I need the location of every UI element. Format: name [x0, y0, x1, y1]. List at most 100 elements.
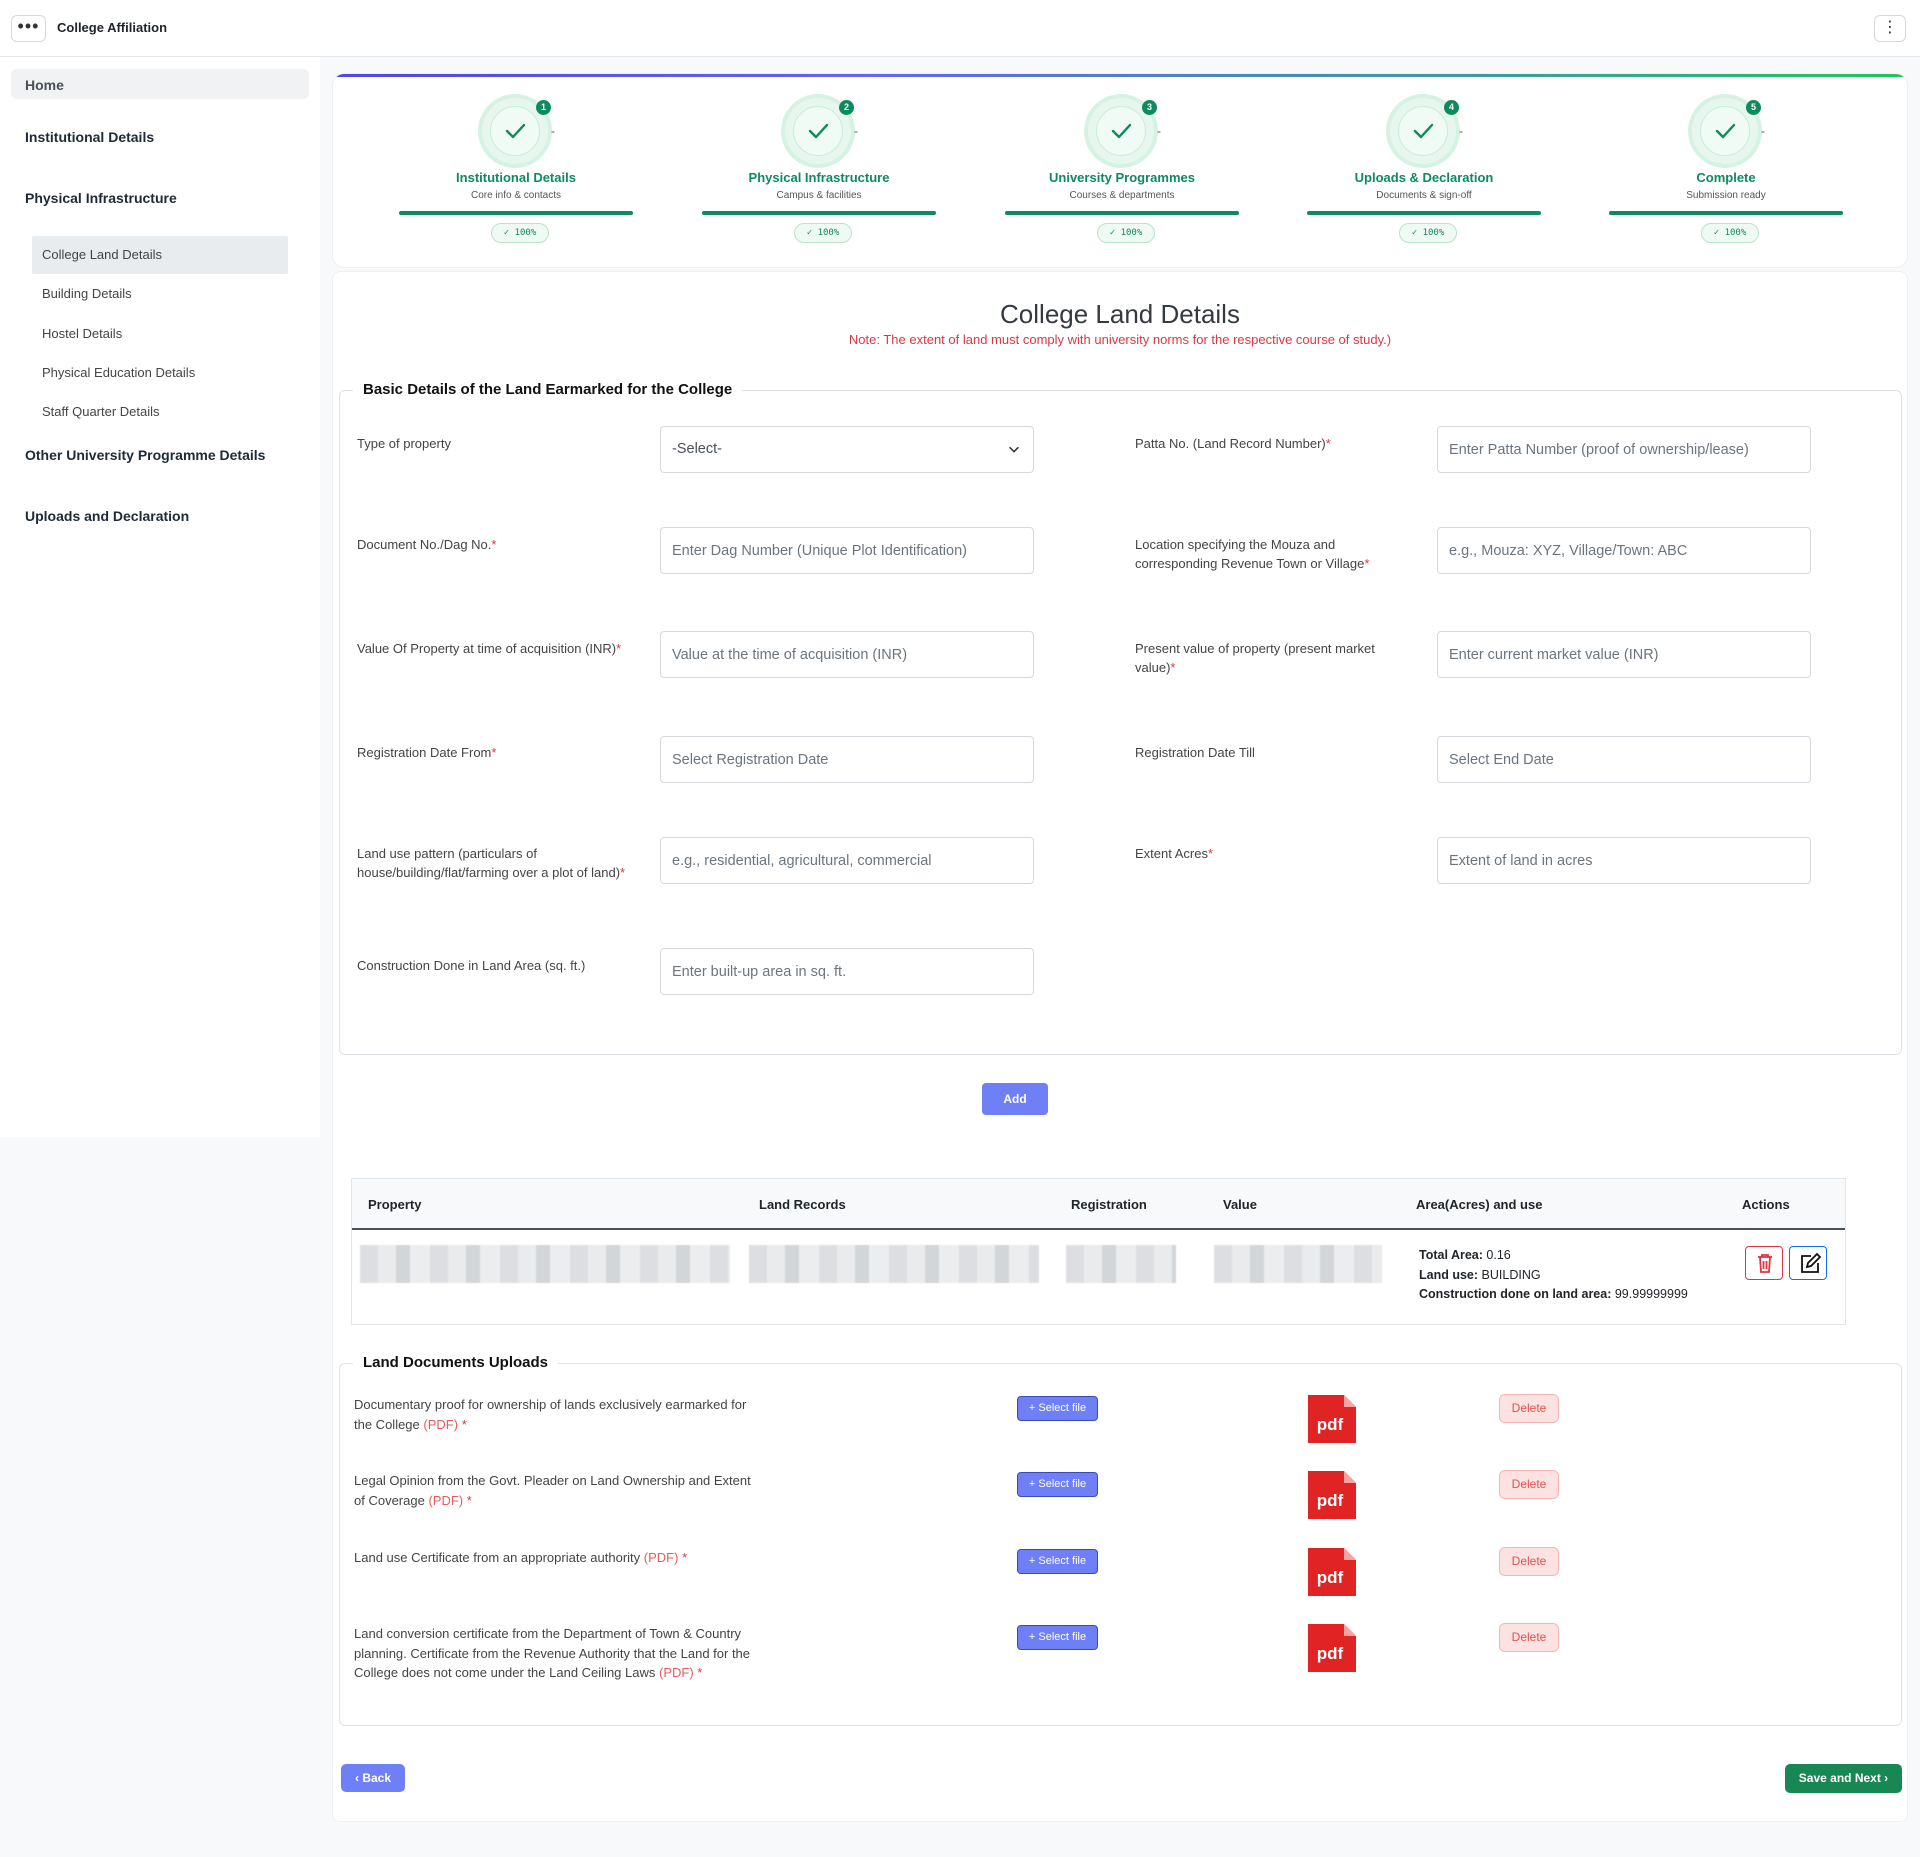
patta-no-label: Patta No. (Land Record Number)*	[1135, 436, 1331, 451]
select-file-button[interactable]: + Select file	[1017, 1396, 1098, 1421]
document-no-input[interactable]	[660, 527, 1034, 574]
basic-details-legend: Basic Details of the Land Earmarked for …	[353, 381, 743, 398]
location-label: Location specifying the Mouza and corres…	[1135, 537, 1370, 571]
page-title: College Land Details	[1000, 299, 1240, 329]
basic-details-section: Basic Details of the Land Earmarked for …	[339, 381, 1902, 1055]
menu-button[interactable]: •••	[11, 15, 46, 42]
app-title: College Affiliation	[57, 20, 168, 35]
sidebar-item-home[interactable]: Home	[11, 69, 309, 99]
column-header-land-records: Land Records	[759, 1197, 846, 1212]
upload-label: Land use Certificate from an appropriate…	[354, 1550, 688, 1565]
pdf-file-icon[interactable]: pdf	[1306, 1622, 1358, 1674]
step-number-badge: 5	[1746, 100, 1761, 115]
column-header-property: Property	[368, 1197, 422, 1212]
step-progress-badge: ✓ 100%	[1701, 223, 1759, 243]
step-progress-bar	[1307, 211, 1541, 215]
pdf-file-icon[interactable]: pdf	[1306, 1393, 1358, 1445]
delete-file-button[interactable]: Delete	[1499, 1547, 1559, 1576]
step-number-badge: 4	[1444, 100, 1459, 115]
main-content: College Land Details Note: The extent of…	[332, 271, 1908, 1822]
pdf-file-icon[interactable]: pdf	[1306, 1469, 1358, 1521]
check-icon	[1111, 123, 1132, 139]
page-note: Note: The extent of land must comply wit…	[848, 332, 1392, 347]
progress-stepper: 1- Institutional Details Core info & conta…	[332, 73, 1908, 268]
column-header-area-and-use: Area(Acres) and use	[1416, 1197, 1543, 1212]
back-button[interactable]: ‹ Back	[341, 1764, 405, 1792]
back-label: Back	[362, 1771, 392, 1785]
delete-file-button[interactable]: Delete	[1499, 1394, 1559, 1423]
construction-text: Construction done on land area: 99.99999…	[1419, 1287, 1688, 1301]
sidebar-item-physical-infrastructure[interactable]: Physical Infrastructure	[25, 190, 177, 206]
select-file-button[interactable]: + Select file	[1017, 1472, 1098, 1497]
step-connector: -	[854, 124, 858, 138]
step-physical-infrastructure[interactable]: 2- Physical Infrastructure Campus & facili…	[702, 74, 936, 267]
add-button[interactable]: Add	[982, 1083, 1048, 1115]
more-options-button[interactable]: ⋮	[1874, 15, 1906, 42]
sidebar-item-staff-quarter-details[interactable]: Staff Quarter Details	[32, 393, 288, 431]
sidebar-item-institutional-details[interactable]: Institutional Details	[25, 129, 154, 145]
step-subtitle: Courses & departments	[1069, 190, 1175, 201]
present-value-input[interactable]	[1437, 631, 1811, 678]
edit-icon	[1801, 1252, 1822, 1273]
step-progress-badge: ✓ 100%	[491, 223, 549, 243]
svg-text:pdf: pdf	[1317, 1644, 1344, 1663]
delete-file-button[interactable]: Delete	[1499, 1470, 1559, 1499]
select-file-button[interactable]: + Select file	[1017, 1625, 1098, 1650]
patta-no-input[interactable]	[1437, 426, 1811, 473]
step-university-programmes[interactable]: 3- University Programmes Courses & departm…	[1005, 74, 1239, 267]
step-connector: -	[1459, 124, 1463, 138]
land-use-text: Land use: BUILDING	[1419, 1268, 1541, 1282]
step-progress-badge: ✓ 100%	[1399, 223, 1457, 243]
chevron-down-icon	[1009, 446, 1019, 453]
sidebar-item-uploads-and-declaration[interactable]: Uploads and Declaration	[25, 508, 189, 524]
sidebar-item-physical-education-details[interactable]: Physical Education Details	[32, 354, 288, 392]
select-file-button[interactable]: + Select file	[1017, 1549, 1098, 1574]
delete-row-button[interactable]	[1745, 1246, 1783, 1280]
step-title: Physical Infrastructure	[748, 170, 890, 185]
step-institutional-details[interactable]: 1- Institutional Details Core info & conta…	[399, 74, 633, 267]
step-connector: -	[551, 124, 555, 138]
save-and-next-button[interactable]: Save and Next ›	[1785, 1764, 1902, 1793]
step-number-badge: 2	[839, 100, 854, 115]
ellipsis-horizontal-icon: •••	[17, 16, 40, 36]
step-progress-badge: ✓ 100%	[794, 223, 852, 243]
value-acquisition-input[interactable]	[660, 631, 1034, 678]
check-icon	[1413, 123, 1434, 139]
reg-date-till-input[interactable]	[1437, 736, 1811, 783]
type-of-property-select[interactable]: -Select-	[660, 426, 1034, 473]
land-records-table: Property Land Records Registration Value…	[351, 1178, 1846, 1325]
land-use-pattern-input[interactable]	[660, 837, 1034, 884]
reg-date-from-label: Registration Date From*	[357, 745, 497, 760]
location-input[interactable]	[1437, 527, 1811, 574]
uploads-legend: Land Documents Uploads	[353, 1354, 559, 1371]
upload-label: Land conversion certificate from the Dep…	[354, 1626, 751, 1680]
extent-acres-input[interactable]	[1437, 837, 1811, 884]
reg-date-from-input[interactable]	[660, 736, 1034, 783]
sidebar-item-hostel-details[interactable]: Hostel Details	[32, 315, 288, 353]
step-uploads-declaration[interactable]: 4- Uploads & Declaration Documents & sign-…	[1307, 74, 1541, 267]
step-subtitle: Campus & facilities	[776, 190, 862, 201]
pdf-file-icon[interactable]: pdf	[1306, 1546, 1358, 1598]
svg-text:pdf: pdf	[1317, 1568, 1344, 1587]
sidebar-item-other-university-programme-details[interactable]: Other University Programme Details	[25, 447, 265, 463]
step-title: Complete	[1696, 170, 1756, 185]
column-header-actions: Actions	[1742, 1197, 1790, 1212]
check-icon	[808, 123, 829, 139]
edit-row-button[interactable]	[1789, 1246, 1827, 1280]
sidebar-item-college-land-details[interactable]: College Land Details	[32, 236, 288, 274]
sidebar-item-building-details[interactable]: Building Details	[32, 275, 288, 313]
construction-area-label: Construction Done in Land Area (sq. ft.)	[357, 958, 586, 973]
total-area-text: Total Area: 0.16	[1419, 1248, 1511, 1262]
step-progress-bar	[1609, 211, 1843, 215]
redacted-land-records-cell	[749, 1245, 1039, 1283]
save-and-next-label: Save and Next	[1798, 1771, 1881, 1785]
step-complete[interactable]: 5- Complete Submission ready ✓ 100%	[1609, 74, 1843, 267]
step-subtitle: Submission ready	[1686, 190, 1766, 201]
svg-text:pdf: pdf	[1317, 1491, 1344, 1510]
delete-file-button[interactable]: Delete	[1499, 1623, 1559, 1652]
step-progress-bar	[399, 211, 633, 215]
check-icon	[1715, 123, 1736, 139]
top-bar: ••• College Affiliation ⋮	[0, 0, 1920, 57]
construction-area-input[interactable]	[660, 948, 1034, 995]
step-progress-bar	[702, 211, 936, 215]
